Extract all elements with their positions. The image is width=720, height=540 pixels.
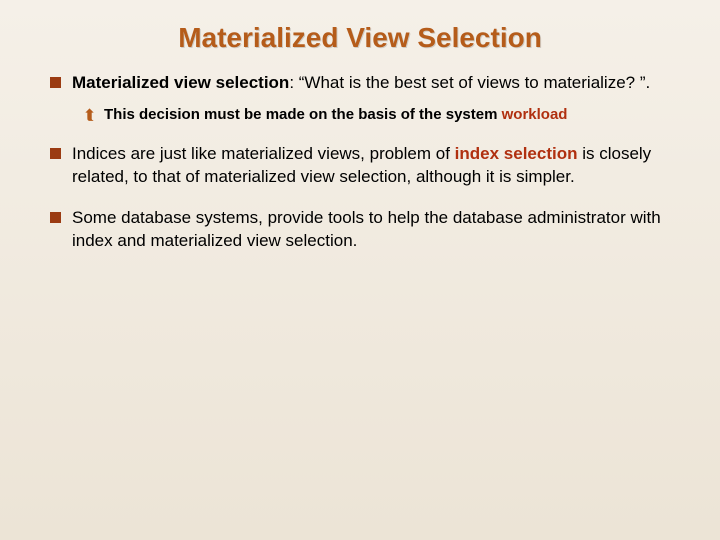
bullet-list: Materialized view selection: “What is th… [46,72,680,253]
list-item: This decision must be made on the basis … [82,105,680,125]
bullet-text: Some database systems, provide tools to … [72,208,661,250]
bullet-text: Indices are just like materialized views… [72,144,455,163]
sub-text: This decision must be made on the basis … [104,106,502,123]
slide: Materialized View Selection Materialized… [0,0,720,540]
list-item: Some database systems, provide tools to … [46,207,680,253]
list-item: Materialized view selection: “What is th… [46,72,680,125]
sub-list: This decision must be made on the basis … [82,105,680,125]
bullet-lead: Materialized view selection [72,73,289,92]
list-item: Indices are just like materialized views… [46,143,680,189]
bullet-text: : “What is the best set of views to mate… [289,73,650,92]
highlight-text: workload [502,106,568,123]
slide-title: Materialized View Selection [40,20,680,54]
highlight-text: index selection [455,144,578,163]
